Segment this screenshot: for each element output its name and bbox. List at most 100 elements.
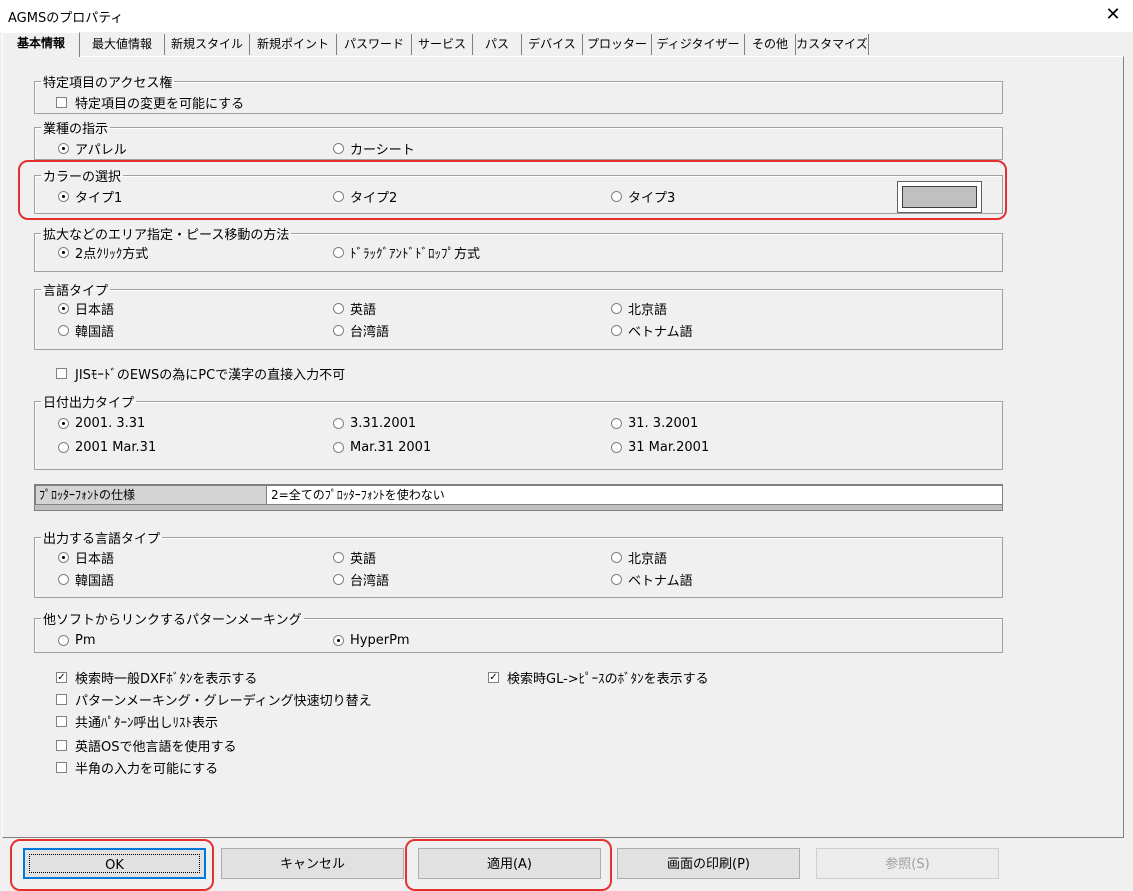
tab-plotter[interactable]: プロッター bbox=[583, 34, 652, 55]
print-screen-button[interactable]: 画面の印刷(P) bbox=[617, 848, 800, 879]
color-type1-radio[interactable]: タイプ1 bbox=[58, 187, 122, 206]
language-ko-radio[interactable]: 韓国語 bbox=[58, 321, 114, 340]
language-group: 言語タイプ bbox=[34, 280, 1003, 350]
radio-dot[interactable] bbox=[58, 574, 69, 585]
radio-label: HyperPm bbox=[350, 633, 410, 648]
radio-dot[interactable] bbox=[333, 303, 344, 314]
close-icon[interactable]: ✕ bbox=[1099, 2, 1127, 28]
radio-dot[interactable] bbox=[611, 418, 622, 429]
date-type-3-radio[interactable]: 31. 3.2001 bbox=[611, 416, 698, 431]
dxf-button-checkbox[interactable]: ✓ 検索時一般DXFﾎﾞﾀﾝを表示する bbox=[56, 668, 257, 687]
tab-device[interactable]: デバイス bbox=[522, 34, 583, 55]
radio-dot[interactable] bbox=[611, 442, 622, 453]
date-type-1-radio[interactable]: 2001. 3.31 bbox=[58, 416, 145, 431]
language-en-radio[interactable]: 英語 bbox=[333, 299, 376, 318]
checkbox-label: 半角の入力を可能にする bbox=[75, 762, 219, 777]
area-method-click-radio[interactable]: 2点ｸﾘｯｸ方式 bbox=[58, 243, 148, 262]
color-type2-radio[interactable]: タイプ2 bbox=[333, 187, 397, 206]
radio-dot[interactable] bbox=[333, 442, 344, 453]
gl-piece-checkbox[interactable]: ✓ 検索時GL->ﾋﾟｰｽのﾎﾞﾀﾝを表示する bbox=[488, 668, 709, 687]
apply-button[interactable]: 適用(A) bbox=[418, 848, 601, 879]
tab-max-values[interactable]: 最大値情報 bbox=[80, 34, 165, 55]
tab-basic-info[interactable]: 基本情報 bbox=[2, 32, 80, 57]
hankaku-input-checkbox[interactable]: 半角の入力を可能にする bbox=[56, 758, 218, 777]
focus-ring bbox=[29, 854, 200, 873]
industry-apparel-radio[interactable]: アパレル bbox=[58, 139, 127, 158]
radio-dot[interactable] bbox=[333, 191, 344, 202]
out-language-en-radio[interactable]: 英語 bbox=[333, 548, 376, 567]
language-bj-radio[interactable]: 北京語 bbox=[611, 299, 667, 318]
radio-dot[interactable] bbox=[333, 552, 344, 563]
checkbox-box[interactable] bbox=[56, 716, 67, 727]
tab-customize[interactable]: カスタマイズ bbox=[796, 34, 869, 55]
radio-dot[interactable] bbox=[58, 325, 69, 336]
radio-dot[interactable] bbox=[333, 418, 344, 429]
radio-dot[interactable] bbox=[333, 635, 344, 646]
color-swatch-button[interactable] bbox=[897, 181, 982, 213]
date-type-4-radio[interactable]: 2001 Mar.31 bbox=[58, 440, 156, 455]
tab-other[interactable]: その他 bbox=[745, 34, 796, 55]
area-method-drag-radio[interactable]: ﾄﾞﾗｯｸﾞｱﾝﾄﾞﾄﾞﾛｯﾌﾟ方式 bbox=[333, 243, 480, 262]
checkbox-box[interactable]: ✓ bbox=[488, 672, 499, 683]
date-type-6-radio[interactable]: 31 Mar.2001 bbox=[611, 440, 709, 455]
access-checkbox[interactable]: 特定項目の変更を可能にする bbox=[56, 93, 244, 112]
plotter-font-value[interactable]: 2=全てのﾌﾟﾛｯﾀｰﾌｫﾝﾄを使わない bbox=[266, 485, 1003, 505]
radio-label: 韓国語 bbox=[75, 574, 115, 589]
radio-label: 英語 bbox=[350, 552, 377, 567]
area-method-group: 拡大などのエリア指定・ピース移動の方法 bbox=[34, 224, 1003, 272]
link-pm-radio[interactable]: Pm bbox=[58, 633, 96, 648]
out-language-ja-radio[interactable]: 日本語 bbox=[58, 548, 114, 567]
radio-dot[interactable] bbox=[611, 574, 622, 585]
tab-new-style[interactable]: 新規スタイル bbox=[165, 34, 250, 55]
radio-dot[interactable] bbox=[333, 574, 344, 585]
radio-dot[interactable] bbox=[611, 303, 622, 314]
checkbox-box[interactable] bbox=[56, 762, 67, 773]
radio-dot[interactable] bbox=[333, 325, 344, 336]
radio-dot[interactable] bbox=[58, 247, 69, 258]
radio-dot[interactable] bbox=[58, 635, 69, 646]
out-language-bj-radio[interactable]: 北京語 bbox=[611, 548, 667, 567]
checkbox-box[interactable] bbox=[56, 740, 67, 751]
tab-service[interactable]: サービス bbox=[412, 34, 473, 55]
checkbox-box[interactable]: ✓ bbox=[56, 672, 67, 683]
link-making-legend: 他ソフトからリンクするパターンメーキング bbox=[43, 613, 302, 628]
radio-dot[interactable] bbox=[58, 442, 69, 453]
radio-dot[interactable] bbox=[58, 143, 69, 154]
ok-button[interactable]: OK bbox=[23, 848, 206, 879]
jis-checkbox[interactable]: JISﾓｰﾄﾞのEWSの為にPCで漢字の直接入力不可 bbox=[56, 364, 345, 383]
language-vi-radio[interactable]: ベトナム語 bbox=[611, 321, 693, 340]
radio-dot[interactable] bbox=[58, 552, 69, 563]
checkbox-label: 検索時一般DXFﾎﾞﾀﾝを表示する bbox=[75, 672, 258, 687]
color-type3-radio[interactable]: タイプ3 bbox=[611, 187, 675, 206]
language-ja-radio[interactable]: 日本語 bbox=[58, 299, 114, 318]
date-type-2-radio[interactable]: 3.31.2001 bbox=[333, 416, 416, 431]
tab-path[interactable]: パス bbox=[473, 34, 522, 55]
date-type-5-radio[interactable]: Mar.31 2001 bbox=[333, 440, 431, 455]
radio-label: 北京語 bbox=[628, 552, 668, 567]
radio-dot[interactable] bbox=[333, 143, 344, 154]
grading-switch-checkbox[interactable]: パターンメーキング・グレーディング快速切り替え bbox=[56, 690, 372, 709]
tab-password[interactable]: パスワード bbox=[337, 34, 412, 55]
radio-dot[interactable] bbox=[58, 418, 69, 429]
checkbox-box[interactable] bbox=[56, 368, 67, 379]
browse-button: 参照(S) bbox=[816, 848, 999, 879]
radio-dot[interactable] bbox=[58, 191, 69, 202]
checkbox-box[interactable] bbox=[56, 694, 67, 705]
out-language-vi-radio[interactable]: ベトナム語 bbox=[611, 570, 693, 589]
call-list-checkbox[interactable]: 共通ﾊﾟﾀｰﾝ呼出しﾘｽﾄ表示 bbox=[56, 712, 218, 731]
tab-digitizer[interactable]: ディジタイザー bbox=[652, 34, 745, 55]
out-language-tw-radio[interactable]: 台湾語 bbox=[333, 570, 389, 589]
radio-dot[interactable] bbox=[58, 303, 69, 314]
radio-dot[interactable] bbox=[611, 191, 622, 202]
industry-carseat-radio[interactable]: カーシート bbox=[333, 139, 415, 158]
checkbox-box[interactable] bbox=[56, 97, 67, 108]
cancel-button[interactable]: キャンセル bbox=[221, 848, 404, 879]
tab-new-point[interactable]: 新規ポイント bbox=[250, 34, 337, 55]
out-language-ko-radio[interactable]: 韓国語 bbox=[58, 570, 114, 589]
radio-dot[interactable] bbox=[333, 247, 344, 258]
link-hyperpm-radio[interactable]: HyperPm bbox=[333, 633, 410, 648]
radio-dot[interactable] bbox=[611, 552, 622, 563]
radio-dot[interactable] bbox=[611, 325, 622, 336]
english-os-checkbox[interactable]: 英語OSで他言語を使用する bbox=[56, 736, 237, 755]
language-tw-radio[interactable]: 台湾語 bbox=[333, 321, 389, 340]
